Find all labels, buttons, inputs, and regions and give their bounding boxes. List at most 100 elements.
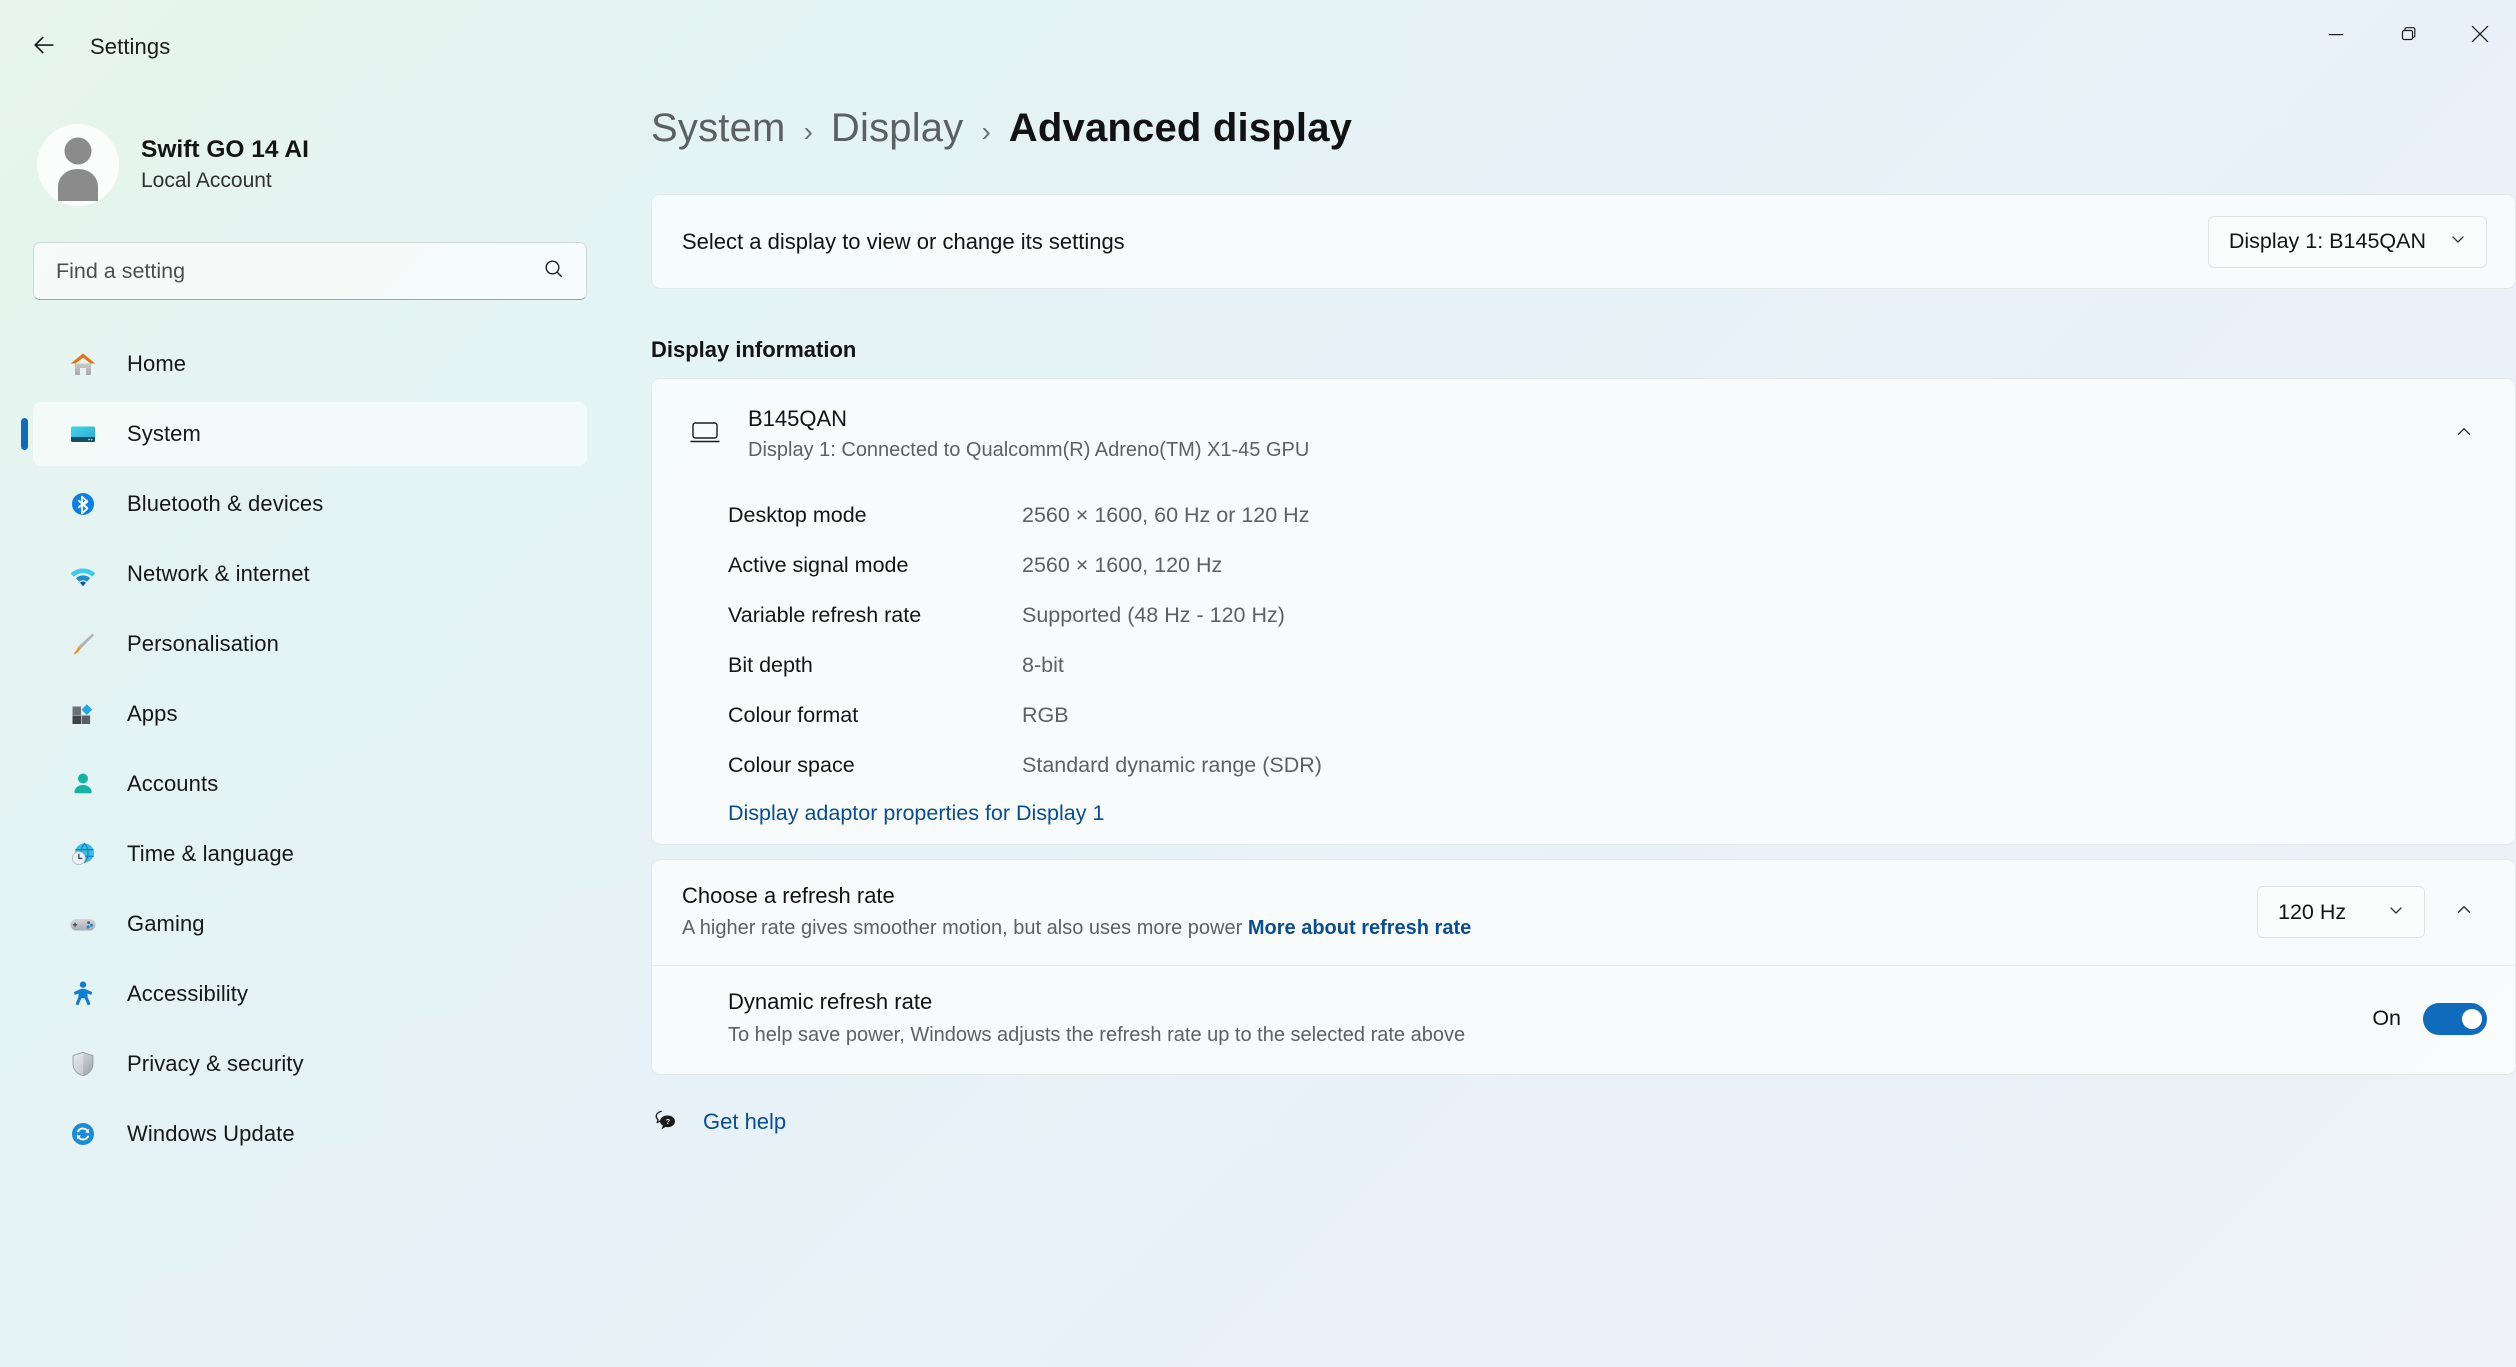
refresh-rate-value: 120 Hz (2278, 899, 2347, 924)
spec-value: Standard dynamic range (SDR) (1022, 753, 1322, 778)
spec-key: Colour format (728, 703, 859, 728)
breadcrumb: System › Display › Advanced display (651, 106, 2516, 151)
display-information-text: B145QAN Display 1: Connected to Qualcomm… (748, 405, 1309, 465)
spec-value: 8-bit (1022, 653, 1064, 678)
display-adaptor-properties-link[interactable]: Display adaptor properties for Display 1 (728, 801, 1104, 826)
restore-icon (2397, 23, 2419, 50)
home-icon (65, 346, 101, 382)
sidebar-item-label: Privacy & security (127, 1051, 304, 1076)
search-input[interactable] (56, 258, 542, 284)
chevron-right-icon: › (981, 116, 991, 147)
sidebar-item-apps[interactable]: Apps (33, 682, 587, 746)
sidebar-item-windows-update[interactable]: Windows Update (33, 1102, 587, 1166)
monitor-icon (688, 415, 722, 454)
refresh-rate-text: Choose a refresh rate A higher rate give… (682, 882, 1471, 944)
display-selector-label: Select a display to view or change its s… (682, 228, 1125, 254)
sidebar: Swift GO 14 AI Local Account Home (0, 94, 600, 1367)
back-button[interactable] (18, 21, 70, 73)
account-block[interactable]: Swift GO 14 AI Local Account (37, 124, 600, 206)
bluetooth-icon (65, 486, 101, 522)
spec-key: Desktop mode (728, 503, 867, 528)
spec-key: Variable refresh rate (728, 603, 922, 628)
spec-value: RGB (1022, 703, 1069, 728)
main-content: System › Display › Advanced display Sele… (600, 94, 2516, 1367)
minimize-button[interactable] (2300, 0, 2372, 72)
sidebar-item-label: Gaming (127, 911, 205, 936)
more-about-refresh-rate-link[interactable]: More about refresh rate (1248, 917, 1471, 939)
sidebar-item-label: Accounts (127, 771, 219, 796)
breadcrumb-system[interactable]: System (651, 106, 786, 151)
chevron-right-icon: › (803, 116, 813, 147)
sidebar-item-network-internet[interactable]: Network & internet (33, 542, 587, 606)
refresh-rate-collapse-button[interactable] (2441, 889, 2487, 935)
time-language-icon (65, 836, 101, 872)
maximize-restore-button[interactable] (2372, 0, 2444, 72)
sidebar-item-bluetooth-devices[interactable]: Bluetooth & devices (33, 472, 587, 536)
wifi-icon (65, 556, 101, 592)
sidebar-item-label: Home (127, 351, 187, 376)
chevron-up-icon (2453, 899, 2475, 926)
sidebar-item-label: Personalisation (127, 631, 279, 656)
sidebar-item-accounts[interactable]: Accounts (33, 752, 587, 816)
display-information-collapse-button[interactable] (2441, 412, 2487, 458)
sidebar-item-label: Bluetooth & devices (127, 491, 324, 516)
spec-value: 2560 × 1600, 120 Hz (1022, 553, 1223, 578)
spec-row: Desktop mode 2560 × 1600, 60 Hz or 120 H… (728, 491, 2515, 541)
system-icon (65, 416, 101, 452)
svg-text:?: ? (666, 1117, 670, 1126)
display-name: B145QAN (748, 406, 848, 431)
page-title: Advanced display (1008, 106, 1353, 150)
account-text: Swift GO 14 AI Local Account (141, 135, 309, 195)
spec-row: Colour format RGB (728, 691, 2515, 741)
display-selector-card: Select a display to view or change its s… (651, 194, 2516, 289)
accessibility-icon (65, 976, 101, 1012)
minimize-icon (2325, 23, 2347, 50)
display-specs-list: Desktop mode 2560 × 1600, 60 Hz or 120 H… (652, 491, 2515, 844)
search-icon[interactable] (542, 257, 566, 286)
refresh-rate-header: Choose a refresh rate A higher rate give… (652, 860, 2515, 966)
display-information-title: Display information (651, 337, 857, 362)
refresh-rate-dropdown[interactable]: 120 Hz (2257, 886, 2425, 939)
display-selector-dropdown[interactable]: Display 1: B145QAN (2207, 215, 2487, 268)
refresh-rate-description: A higher rate gives smoother motion, but… (682, 913, 1471, 943)
sidebar-nav: Home System Bluetooth & devices Network … (21, 332, 600, 1166)
sidebar-item-accessibility[interactable]: Accessibility (33, 962, 587, 1026)
close-icon (2467, 21, 2493, 52)
sidebar-item-personalisation[interactable]: Personalisation (33, 612, 587, 676)
close-button[interactable] (2444, 0, 2516, 72)
breadcrumb-display[interactable]: Display (831, 106, 964, 151)
display-connection: Display 1: Connected to Qualcomm(R) Adre… (748, 438, 1310, 461)
spec-key: Active signal mode (728, 553, 909, 578)
dynamic-refresh-rate-toggle[interactable] (2423, 1002, 2487, 1035)
spec-row: Active signal mode 2560 × 1600, 120 Hz (728, 541, 2515, 591)
chevron-up-icon (2453, 421, 2475, 448)
display-information-header[interactable]: B145QAN Display 1: Connected to Qualcomm… (652, 379, 2515, 491)
chevron-down-icon (2448, 229, 2468, 254)
sidebar-item-label: Network & internet (127, 561, 310, 586)
sidebar-item-gaming[interactable]: Gaming (33, 892, 587, 956)
shield-icon (65, 1046, 101, 1082)
spec-key: Colour space (728, 753, 855, 778)
spec-value: 2560 × 1600, 60 Hz or 120 Hz (1022, 503, 1310, 528)
dynamic-refresh-rate-text: Dynamic refresh rate To help save power,… (728, 988, 1465, 1050)
sidebar-item-system[interactable]: System (21, 402, 587, 466)
dynamic-refresh-rate-description: To help save power, Windows adjusts the … (728, 1023, 1466, 1046)
accounts-icon (65, 766, 101, 802)
sidebar-item-time-language[interactable]: Time & language (33, 822, 587, 886)
get-help-label: Get help (703, 1109, 787, 1135)
account-type: Local Account (141, 168, 272, 192)
display-selector-value: Display 1: B145QAN (2228, 229, 2426, 253)
spec-value: Supported (48 Hz - 120 Hz) (1022, 603, 1285, 628)
paintbrush-icon (65, 626, 101, 662)
display-information-card: B145QAN Display 1: Connected to Qualcomm… (651, 378, 2516, 845)
sidebar-item-label: Apps (127, 701, 178, 726)
dynamic-refresh-rate-title: Dynamic refresh rate (728, 989, 933, 1015)
get-help-link[interactable]: ? Get help (651, 1105, 2516, 1140)
account-name: Swift GO 14 AI (141, 135, 309, 163)
sidebar-item-privacy-security[interactable]: Privacy & security (33, 1032, 587, 1096)
sidebar-item-label: Time & language (127, 841, 295, 866)
search-box[interactable] (33, 242, 587, 300)
sidebar-item-home[interactable]: Home (33, 332, 587, 396)
app-title: Settings (90, 34, 171, 59)
apps-icon (65, 696, 101, 732)
